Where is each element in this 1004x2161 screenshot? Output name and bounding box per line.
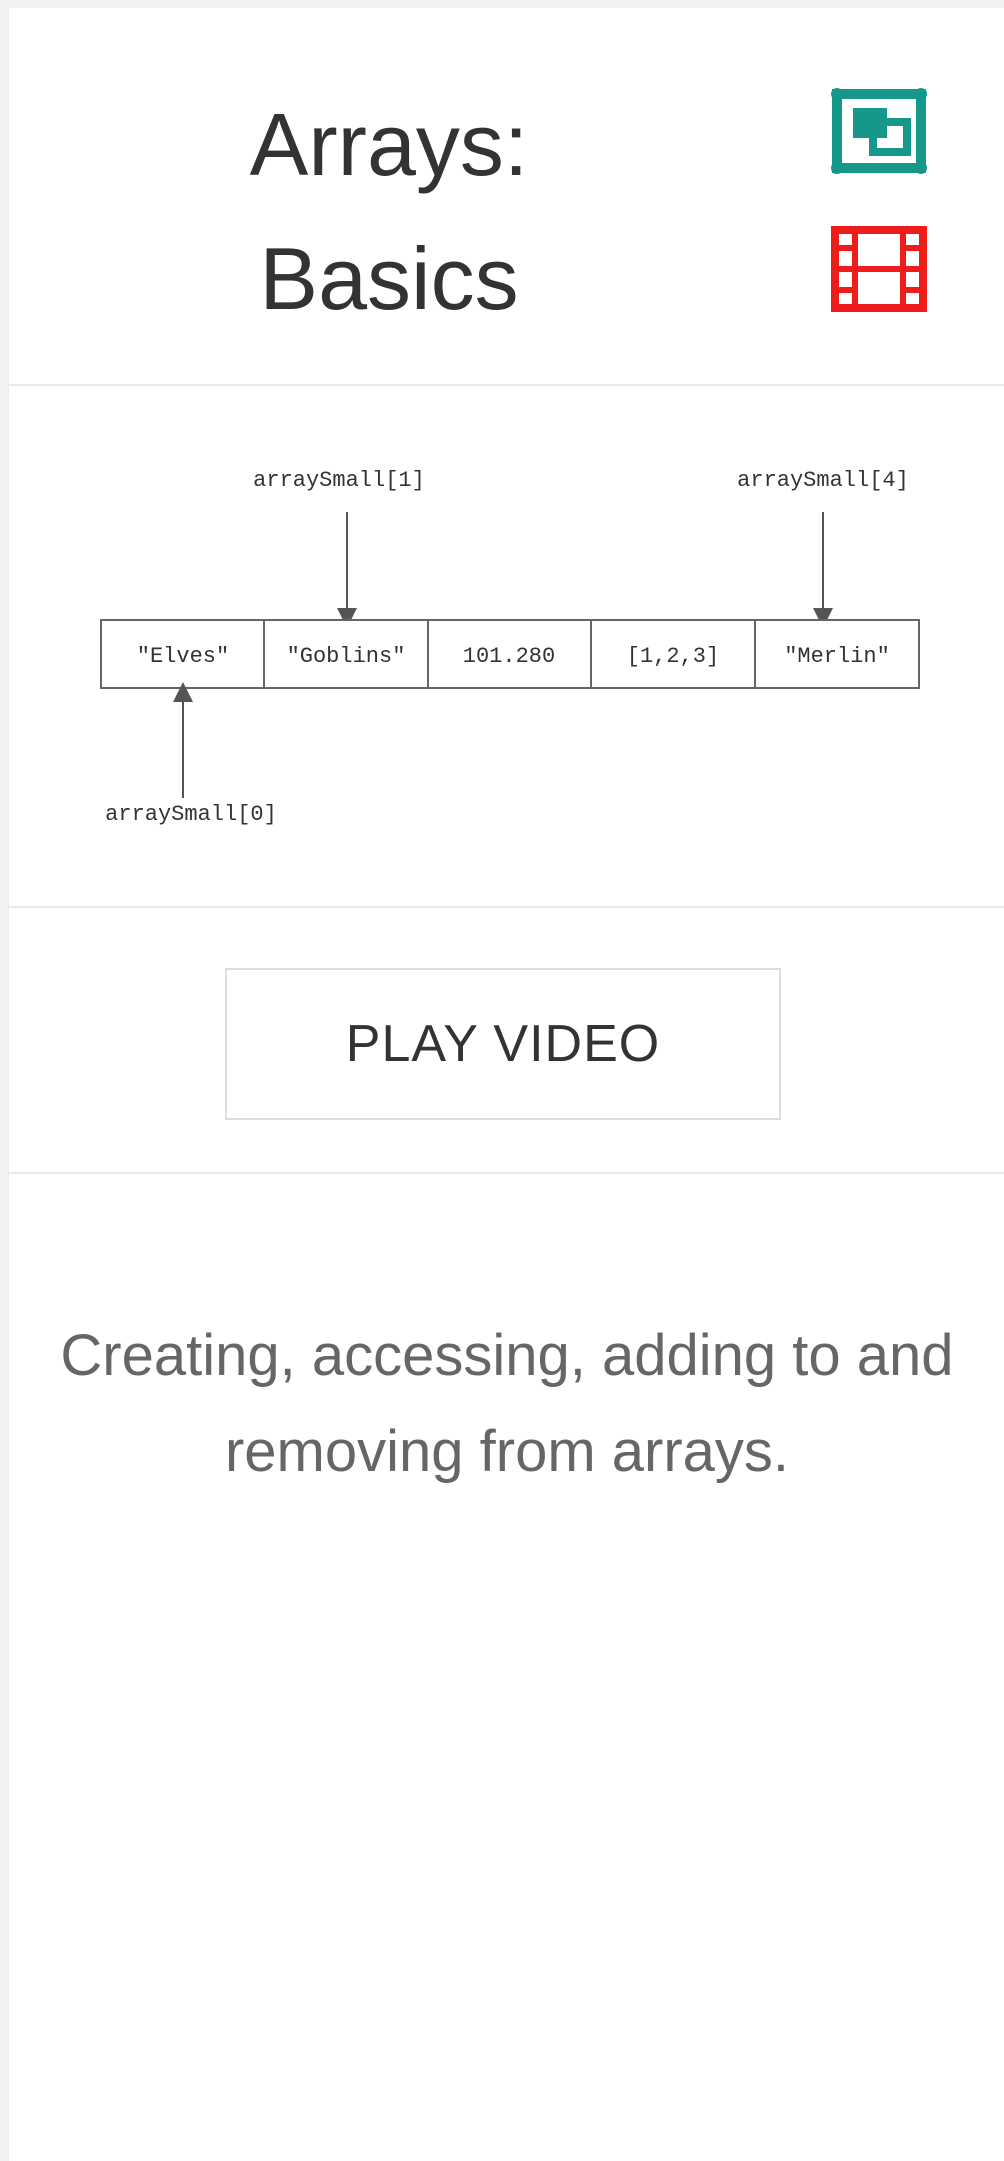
lesson-description: Creating, accessing, adding to and remov… — [60, 1323, 954, 1484]
film-icon[interactable] — [831, 226, 927, 312]
array-diagram: arraySmall[1] arraySmall[4] "Elves" "Gob… — [9, 386, 1004, 908]
array-cell-0: "Elves" — [137, 644, 229, 669]
lesson-card: Arrays: Basics arraySmall[1] arraySmall[… — [8, 8, 1004, 2161]
lesson-title: Arrays: Basics — [129, 78, 649, 346]
lesson-title-line2: Basics — [259, 229, 519, 328]
lesson-header: Arrays: Basics — [9, 8, 1004, 386]
index-label-1: arraySmall[1] — [253, 468, 425, 493]
array-diagram-svg: arraySmall[1] arraySmall[4] "Elves" "Gob… — [100, 468, 920, 827]
lesson-title-line1: Arrays: — [249, 95, 529, 194]
array-cell-3: [1,2,3] — [627, 644, 719, 669]
array-row: "Elves" "Goblins" 101.280 [1,2,3] "Merli… — [100, 619, 920, 689]
array-cell-1: "Goblins" — [287, 644, 406, 669]
array-cell-4: "Merlin" — [784, 644, 890, 669]
array-cell-2: 101.280 — [463, 644, 555, 669]
play-video-button[interactable]: PLAY VIDEO — [225, 968, 781, 1120]
screen-expand-icon[interactable] — [831, 88, 927, 174]
index-label-4: arraySmall[4] — [737, 468, 909, 493]
index-label-0: arraySmall[0] — [105, 802, 277, 827]
action-section: PLAY VIDEO — [9, 908, 1004, 1174]
